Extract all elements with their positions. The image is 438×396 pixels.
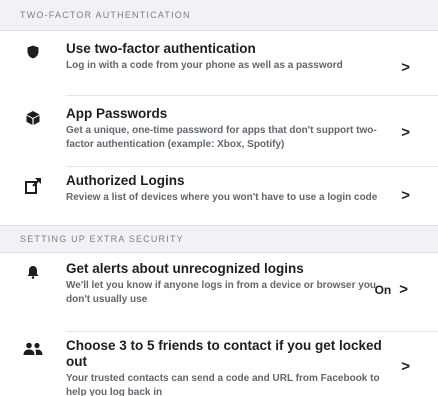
chevron-right-icon: >	[401, 59, 410, 76]
row-title: Choose 3 to 5 friends to contact if you …	[66, 338, 382, 369]
row-description: We'll let you know if anyone logs in fro…	[66, 280, 377, 305]
section-header-extra-security: SETTING UP EXTRA SECURITY	[0, 225, 438, 253]
row-description: Log in with a code from your phone as we…	[66, 60, 343, 71]
row-app-passwords[interactable]: App Passwords Get a unique, one-time pas…	[0, 96, 438, 166]
authorized-device-icon	[20, 177, 46, 195]
cube-icon	[20, 110, 46, 126]
row-title: Use two-factor authentication	[66, 41, 256, 56]
row-description: Review a list of devices where you won't…	[66, 192, 378, 203]
chevron-right-icon: >	[401, 187, 410, 204]
row-description: Your trusted contacts can send a code an…	[66, 373, 380, 396]
chevron-right-icon: >	[401, 124, 410, 141]
bell-icon	[20, 265, 46, 279]
row-description: Get a unique, one-time password for apps…	[66, 125, 377, 150]
section-header-two-factor: TWO-FACTOR AUTHENTICATION	[0, 0, 438, 31]
row-title: Authorized Logins	[66, 173, 185, 188]
row-use-two-factor[interactable]: Use two-factor authentication Log in wit…	[0, 31, 438, 95]
status-label: On	[374, 282, 392, 297]
chevron-right-icon: >	[399, 281, 408, 298]
friends-icon	[20, 342, 46, 356]
row-authorized-logins[interactable]: Authorized Logins Review a list of devic…	[0, 167, 438, 225]
security-settings-page: TWO-FACTOR AUTHENTICATION Use two-factor…	[0, 0, 438, 396]
row-title: Get alerts about unrecognized logins	[66, 261, 304, 276]
shield-icon	[20, 45, 46, 59]
status-indicator: On >	[375, 281, 408, 298]
row-trusted-contacts[interactable]: Choose 3 to 5 friends to contact if you …	[0, 332, 438, 396]
chevron-right-icon: >	[401, 358, 410, 375]
row-login-alerts[interactable]: Get alerts about unrecognized logins We'…	[0, 253, 438, 331]
row-title: App Passwords	[66, 106, 168, 121]
